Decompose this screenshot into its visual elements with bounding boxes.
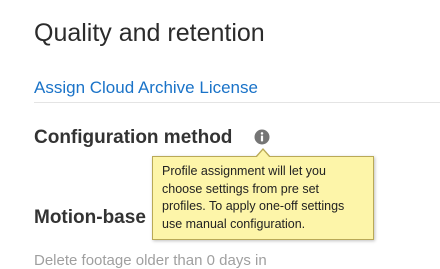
configuration-method-heading: Configuration method xyxy=(34,127,233,148)
section-divider xyxy=(34,102,440,103)
tooltip-caret xyxy=(256,150,270,158)
page-title: Quality and retention xyxy=(34,19,265,47)
retention-description: Delete footage older than 0 days in xyxy=(34,252,267,269)
motion-based-heading: Motion-base xyxy=(34,207,146,228)
info-icon[interactable] xyxy=(254,129,270,145)
assign-cloud-archive-license-link[interactable]: Assign Cloud Archive License xyxy=(34,78,258,98)
configuration-method-tooltip: Profile assignment will let you choose s… xyxy=(152,156,374,240)
